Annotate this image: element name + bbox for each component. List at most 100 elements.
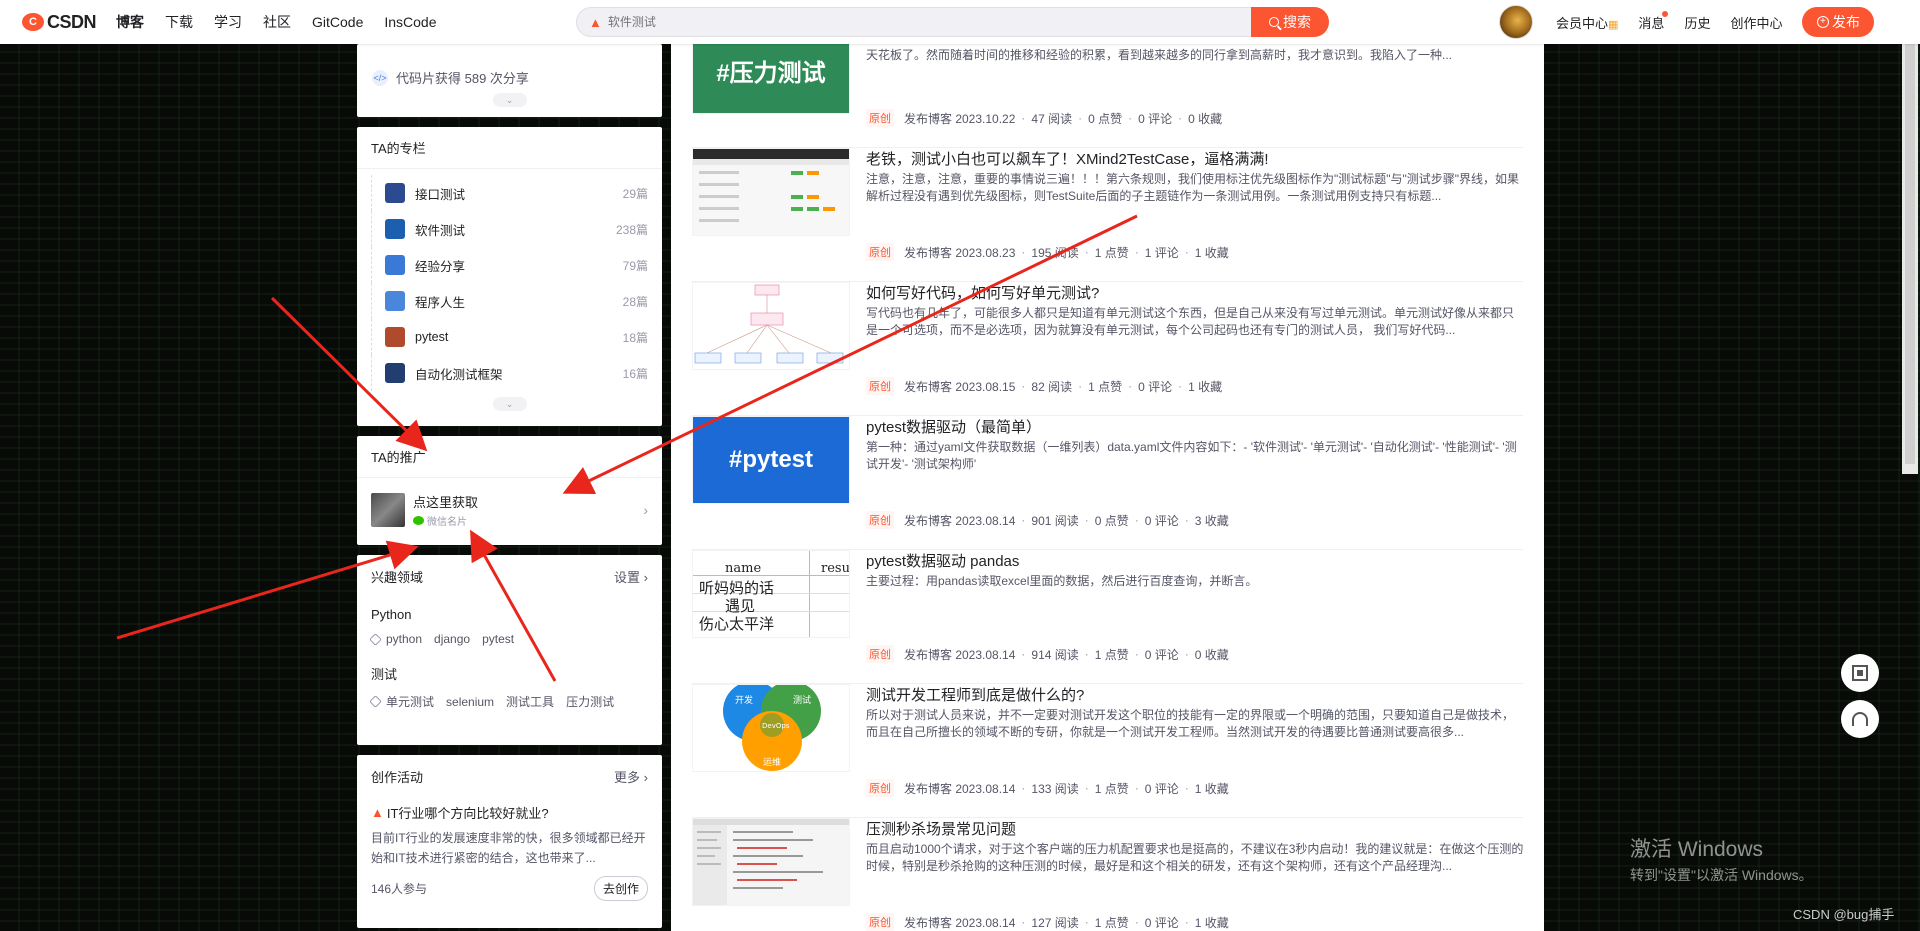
article-item[interactable]: 开发 测试 DevOps 运维 测试开发工程师到底是做什么的? 所以对于测试人员… [692,684,1523,818]
article-title[interactable]: 压测秒杀场景常见问题 [866,818,1016,839]
csdn-logo[interactable]: C CSDN [22,12,104,33]
column-thumb-icon [385,183,405,203]
article-desc: 第一种：通过yaml文件获取数据（一维列表）data.yaml文件内容如下：- … [866,440,1517,471]
publish-button[interactable]: + 发布 [1802,7,1875,37]
nav-download[interactable]: 下载 [165,12,193,32]
article-meta: 原创 发布博客 2023.08.14 · 901 阅读 · 0 点赞 · 0 评论 · … [866,511,1235,529]
customer-service-button[interactable] [1841,700,1879,738]
article-item[interactable]: 老铁，测试小白也可以飙车了！XMind2TestCase，逼格满满! 注意，注意… [692,148,1523,282]
activity-item-title-text: IT行业哪个方向比较好就业? [386,806,549,821]
nav-vip-center[interactable]: 会员中心▦ [1556,13,1618,32]
nav-gitcode[interactable]: GitCode [312,14,363,30]
interest-tag[interactable]: pytest [482,632,514,646]
columns-header: TA的专栏 [357,127,662,169]
column-item[interactable]: 经验分享 79篇 [371,247,648,283]
interest-title: 兴趣领域 [371,569,424,585]
column-count: 18篇 [622,330,648,345]
article-title[interactable]: 如何写好代码，如何写好单元测试? [866,282,1099,303]
article-comments: 0 评论 [1144,915,1179,930]
nav-messages[interactable]: 消息 [1638,10,1669,32]
article-item[interactable]: #pytest pytest数据驱动（最简单） 第一种：通过yaml文件获取数据… [692,416,1523,550]
article-item[interactable]: #压力测试 当初开始工作的时候，年薪30万对于我来说是一个遥不可及的目标。我从事… [692,44,1523,148]
nav-community[interactable]: 社区 [263,12,291,32]
interest-group-title: 测试 [371,667,398,682]
scrollbar-thumb[interactable] [1905,44,1915,464]
article-likes: 1 点赞 [1094,915,1129,930]
activity-title: 创作活动 [371,769,424,785]
article-title[interactable]: pytest数据驱动（最简单） [866,416,1041,437]
expand-button[interactable]: ⌄ [492,93,527,107]
tag-row: python django pytest [369,632,648,646]
column-item[interactable]: 程序人生 28篇 [371,283,648,319]
scrollbar[interactable] [1902,44,1918,474]
column-item[interactable]: pytest 18篇 [371,319,648,355]
interest-settings-link[interactable]: 设置 › [614,567,648,586]
code-snippet-icon: </> [372,69,388,86]
qr-code-button[interactable] [1841,654,1879,692]
column-name: 经验分享 [415,259,466,274]
venn-label: 开发 [735,694,753,706]
search-box: ▲ [576,7,1251,37]
article-item[interactable]: name resu 听妈妈的话 遇见 伤心太平洋 pytest数据驱动 pand… [692,550,1523,684]
article-title[interactable]: pytest数据驱动 pandas [866,550,1019,571]
avatar[interactable] [1499,5,1533,39]
original-badge: 原创 [866,243,894,261]
interest-tag[interactable]: django [434,632,470,646]
publish-label: 发布 [1831,14,1860,30]
interest-tag[interactable]: selenium [446,695,494,709]
article-favs: 1 收藏 [1194,915,1229,930]
article-meta: 原创 发布博客 2023.08.14 · 127 阅读 · 1 点赞 · 0 评论 · … [866,913,1235,931]
article-likes: 1 点赞 [1094,647,1129,662]
fire-icon: ▲ [371,805,384,820]
column-item[interactable]: 自动化测试框架 16篇 [371,355,648,391]
article-item[interactable]: 如何写好代码，如何写好单元测试? 写代码也有几年了，可能很多人都只是知道有单元测… [692,282,1523,416]
interest-tag[interactable]: 单元测试 [386,693,434,710]
article-reads: 127 阅读 [1031,915,1079,930]
interest-card: 兴趣领域 设置 › Python python django pytest 测试… [357,555,662,745]
search-button[interactable]: 搜索 [1251,7,1329,37]
article-thumbnail: name resu 听妈妈的话 遇见 伤心太平洋 [692,550,850,638]
article-likes: 1 点赞 [1094,245,1129,260]
thumbnail-text: #压力测试 [716,59,826,87]
nav-creator-center[interactable]: 创作中心 [1730,13,1782,32]
column-count: 238篇 [615,222,648,237]
article-item[interactable]: 压测秒杀场景常见问题 而且启动1000个请求，对于这个客户端的压力机配置要求也是… [692,818,1523,931]
article-likes: 1 点赞 [1094,781,1129,796]
article-meta: 原创 发布博客 2023.08.14 · 133 阅读 · 1 点赞 · 0 评论 · … [866,779,1235,797]
thumb-table-header: name [725,561,762,576]
column-item[interactable]: 接口测试 29篇 [371,175,648,211]
nav-blog[interactable]: 博客 [116,12,144,32]
article-meta: 原创 发布博客 2023.08.23 · 195 阅读 · 1 点赞 · 1 评论 · … [866,243,1235,261]
activity-more-link[interactable]: 更多 › [614,767,648,786]
nav-history[interactable]: 历史 [1684,13,1710,32]
article-comments: 0 评论 [1144,781,1179,796]
activity-item-title[interactable]: ▲ IT行业哪个方向比较好就业? [371,803,648,822]
go-create-button[interactable]: 去创作 [593,876,648,901]
tag-icon [369,632,382,646]
article-thumbnail [692,148,850,236]
article-favs: 0 收藏 [1194,647,1229,662]
interest-tag[interactable]: python [386,632,422,646]
promo-item[interactable]: 点这里获取 微信名片 › [357,478,662,542]
search-input[interactable] [607,15,1108,29]
column-thumb-icon [385,291,405,311]
article-likes: 0 点赞 [1088,111,1123,126]
column-item[interactable]: 软件测试 238篇 [371,211,648,247]
interest-tag[interactable]: 测试工具 [506,693,554,710]
article-favs: 1 收藏 [1188,379,1223,394]
nav-learn[interactable]: 学习 [214,12,242,32]
article-thumbnail: #pytest [692,416,850,504]
main-nav: 博客 下载 学习 社区 GitCode InsCode [116,12,458,32]
article-desc: 所以对于测试人员来说，并不一定要对测试开发这个职位的技能有一定的界限或一个明确的… [866,708,1515,739]
nav-inscode[interactable]: InsCode [384,14,436,30]
expand-button[interactable]: ⌄ [492,397,527,411]
interest-group-title: Python [371,607,412,622]
promo-card: TA的推广 点这里获取 微信名片 › [357,436,662,545]
interest-tag[interactable]: 压力测试 [566,693,614,710]
article-comments: 0 评论 [1144,647,1179,662]
article-title[interactable]: 老铁，测试小白也可以飙车了！XMind2TestCase，逼格满满! [866,148,1269,169]
article-reads: 914 阅读 [1031,647,1079,662]
thumbnail-text: #pytest [728,446,814,473]
article-title[interactable]: 测试开发工程师到底是做什么的? [866,684,1084,705]
user-nav: 会员中心▦ 消息 历史 创作中心 + 发布 [1499,0,1875,44]
